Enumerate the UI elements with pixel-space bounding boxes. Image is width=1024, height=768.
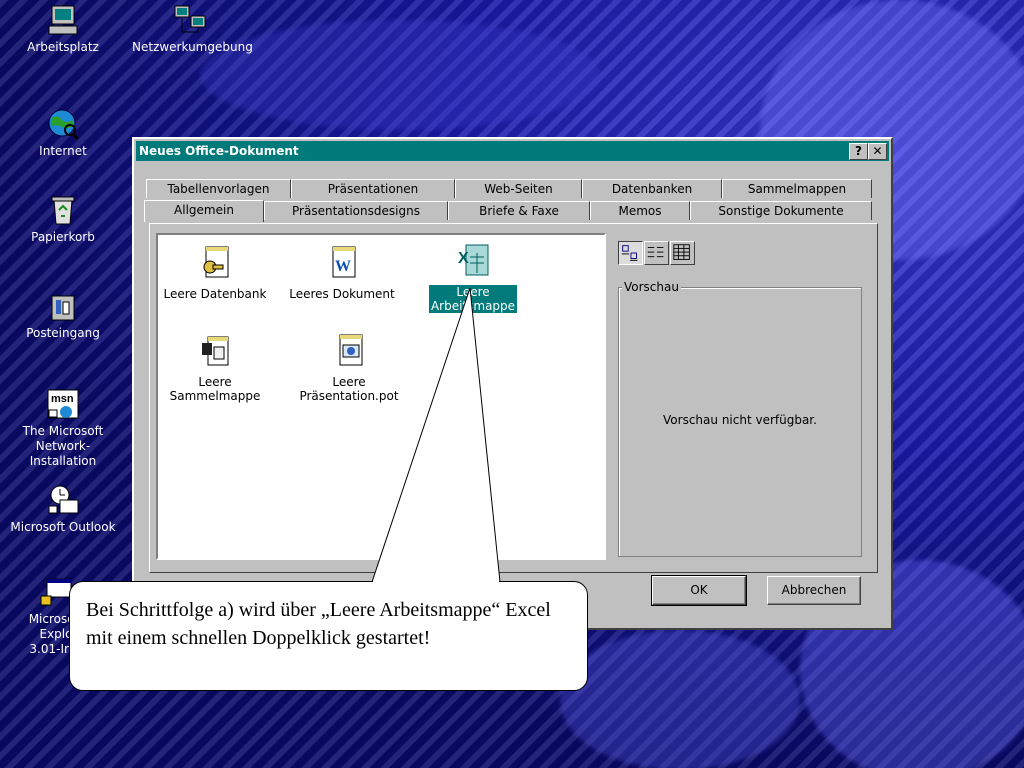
- help-button[interactable]: ?: [849, 143, 868, 160]
- view-details-button[interactable]: [670, 241, 695, 265]
- desktop-icon-label: Arbeitsplatz: [27, 40, 99, 54]
- desktop-icon-internet[interactable]: Internet: [3, 108, 123, 159]
- excel-workbook-icon: X: [458, 244, 489, 276]
- inbox-icon: [51, 295, 75, 321]
- dialog-titlebar[interactable]: Neues Office-Dokument ? ✕: [136, 141, 889, 161]
- binder-icon: [202, 336, 229, 366]
- template-leere-praesentation[interactable]: Leere Präsentation.pot: [294, 333, 404, 403]
- access-database-icon: [203, 246, 229, 278]
- list-view-icon: [647, 247, 664, 258]
- my-computer-icon: [48, 5, 78, 35]
- wallpaper-highlight: [200, 20, 600, 130]
- desktop-icon-msn[interactable]: msn The Microsoft Network-Installation: [3, 388, 123, 469]
- tab-briefe-faxe[interactable]: Briefe & Faxe: [448, 201, 590, 220]
- ok-button[interactable]: OK: [651, 575, 747, 606]
- view-list-button[interactable]: [644, 241, 669, 265]
- template-label: Leere Präsentation.pot: [299, 375, 399, 403]
- msn-icon: msn: [47, 389, 79, 419]
- recycle-bin-icon: [51, 196, 75, 225]
- template-label: Leere Datenbank: [163, 287, 267, 301]
- template-leere-datenbank[interactable]: Leere Datenbank: [160, 245, 270, 301]
- wallpaper-highlight: [560, 630, 800, 768]
- tab-memos[interactable]: Memos: [590, 201, 690, 220]
- desktop-icon-outlook[interactable]: Microsoft Outlook: [3, 484, 123, 535]
- new-office-document-dialog: Neues Office-Dokument ? ✕ Tabellenvorlag…: [132, 137, 893, 630]
- template-leere-arbeitsmappe[interactable]: X Leere Arbeitsmappe: [418, 243, 528, 313]
- large-icons-icon: [621, 245, 638, 261]
- powerpoint-presentation-icon: [339, 334, 363, 366]
- view-large-icons-button[interactable]: [618, 241, 643, 265]
- callout-text: Bei Schrittfolge a) wird über „Leere Arb…: [86, 599, 551, 649]
- internet-globe-icon: [48, 109, 80, 140]
- template-leere-sammelmappe[interactable]: Leere Sammelmappe: [160, 333, 270, 403]
- desktop-icon-papierkorb[interactable]: Papierkorb: [3, 194, 123, 245]
- tab-sonstige-dokumente[interactable]: Sonstige Dokumente: [690, 201, 872, 220]
- tab-datenbanken[interactable]: Datenbanken: [582, 179, 722, 198]
- network-neighborhood-icon: [174, 5, 206, 33]
- close-button[interactable]: ✕: [868, 143, 887, 160]
- tab-praesentationsdesigns[interactable]: Präsentationsdesigns: [264, 201, 448, 220]
- template-label: Leere Sammelmappe: [169, 375, 261, 403]
- tab-praesentationen[interactable]: Präsentationen: [291, 179, 455, 198]
- outlook-icon: [48, 485, 79, 514]
- dialog-title: Neues Office-Dokument: [139, 144, 299, 158]
- tab-allgemein[interactable]: Allgemein: [144, 200, 264, 222]
- desktop-icon-posteingang[interactable]: Posteingang: [3, 290, 123, 341]
- word-document-icon: W: [332, 246, 356, 278]
- tab-sammelmappen[interactable]: Sammelmappen: [722, 179, 872, 198]
- desktop-icon-label: The Microsoft Network-Installation: [22, 424, 104, 468]
- details-view-icon: [673, 244, 690, 260]
- preview-message: Vorschau nicht verfügbar.: [663, 413, 817, 427]
- desktop-icon-label: Posteingang: [26, 326, 100, 340]
- svg-text:msn: msn: [51, 393, 74, 405]
- svg-text:X: X: [458, 250, 469, 267]
- tab-tabellenvorlagen[interactable]: Tabellenvorlagen: [146, 179, 291, 198]
- tab-web-seiten[interactable]: Web-Seiten: [455, 179, 582, 198]
- preview-label: Vorschau: [622, 280, 681, 294]
- desktop-icon-label: Internet: [39, 144, 87, 158]
- desktop-icon-label: Netzwerkumgebung: [132, 40, 253, 54]
- template-label: Leeres Dokument: [289, 287, 395, 301]
- desktop-icon-label: Papierkorb: [31, 230, 95, 244]
- desktop-icon-arbeitsplatz[interactable]: Arbeitsplatz: [3, 4, 123, 55]
- template-label: Leere Arbeitsmappe: [428, 285, 518, 313]
- instruction-callout: Bei Schrittfolge a) wird über „Leere Arb…: [69, 581, 588, 691]
- template-leeres-dokument[interactable]: W Leeres Dokument: [287, 245, 397, 301]
- internet-explorer-setup-icon: [40, 578, 72, 606]
- template-list[interactable]: Leere Datenbank W Leeres Dokument X Leer…: [156, 233, 606, 560]
- svg-text:W: W: [335, 258, 351, 275]
- cancel-button[interactable]: Abbrechen: [767, 576, 861, 605]
- desktop-icon-label: Microsoft Outlook: [10, 520, 116, 534]
- desktop-icon-netzwerkumgebung[interactable]: Netzwerkumgebung: [130, 4, 253, 55]
